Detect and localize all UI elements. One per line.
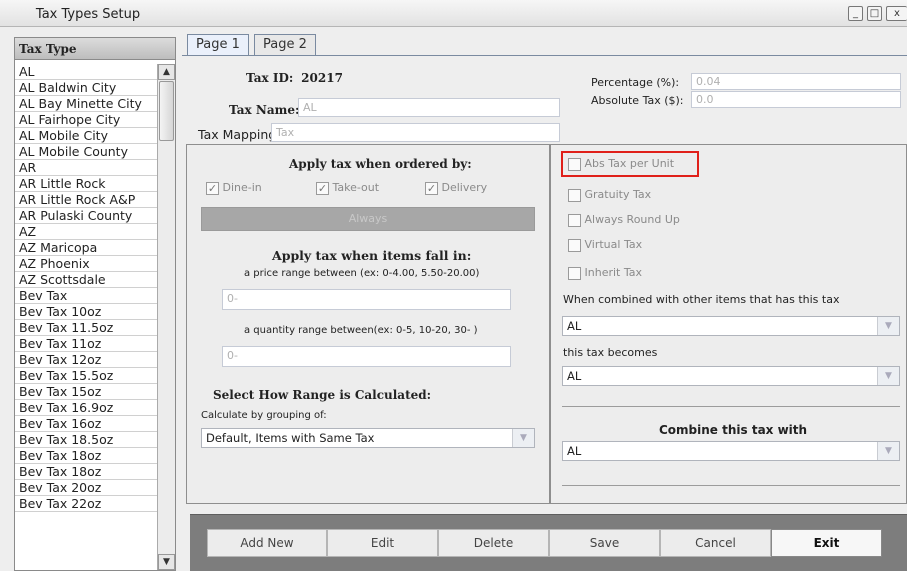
list-item[interactable]: Bev Tax 10oz bbox=[15, 304, 157, 320]
scroll-down-icon[interactable]: ▼ bbox=[158, 554, 175, 570]
window-title: Tax Types Setup bbox=[35, 7, 141, 22]
tax-mapping-field[interactable]: Tax bbox=[271, 123, 560, 142]
list-item[interactable]: AL Mobile City bbox=[15, 128, 157, 144]
take-out-checkbox[interactable]: ✓ Take-out bbox=[316, 181, 379, 195]
tax-id-row: Tax ID: 20217 bbox=[246, 71, 343, 85]
tax-name-label: Tax Name: bbox=[229, 103, 300, 117]
list-item[interactable]: AR Little Rock bbox=[15, 176, 157, 192]
delivery-checkbox[interactable]: ✓ Delivery bbox=[425, 181, 487, 195]
checkbox-icon bbox=[568, 213, 581, 227]
list-item[interactable]: Bev Tax 15.5oz bbox=[15, 368, 157, 384]
checkbox-icon bbox=[568, 188, 581, 202]
apply-ordered-title: Apply tax when ordered by: bbox=[289, 157, 472, 171]
tax-id-value: 20217 bbox=[301, 71, 343, 85]
list-item[interactable]: Bev Tax bbox=[15, 288, 157, 304]
price-range-field[interactable]: 0- bbox=[222, 289, 511, 310]
check-icon: ✓ bbox=[425, 181, 438, 195]
cancel-button[interactable]: Cancel bbox=[660, 529, 771, 557]
chevron-down-icon[interactable]: ▼ bbox=[877, 367, 899, 385]
always-button[interactable]: Always bbox=[201, 207, 535, 231]
list-item[interactable]: Bev Tax 18.5oz bbox=[15, 432, 157, 448]
gratuity-tax-checkbox[interactable]: Gratuity Tax bbox=[568, 188, 651, 202]
list-scrollbar[interactable]: ▲ ▼ bbox=[157, 64, 175, 570]
check-icon: ✓ bbox=[206, 181, 219, 195]
list-item[interactable]: AL Baldwin City bbox=[15, 80, 157, 96]
list-item[interactable]: AZ Scottsdale bbox=[15, 272, 157, 288]
list-item[interactable]: AL Mobile County bbox=[15, 144, 157, 160]
percentage-field[interactable]: 0.04 bbox=[691, 73, 901, 90]
add-new-button[interactable]: Add New bbox=[207, 529, 327, 557]
combined-dropdown[interactable]: AL ▼ bbox=[562, 316, 900, 336]
checkbox-icon bbox=[568, 157, 581, 171]
qty-range-field[interactable]: 0- bbox=[222, 346, 511, 367]
divider bbox=[562, 406, 900, 407]
combine-with-title: Combine this tax with bbox=[659, 423, 808, 437]
chevron-down-icon[interactable]: ▼ bbox=[512, 429, 534, 447]
list-item[interactable]: Bev Tax 16.9oz bbox=[15, 400, 157, 416]
calc-group-dropdown[interactable]: Default, Items with Same Tax ▼ bbox=[201, 428, 535, 448]
list-item[interactable]: Bev Tax 12oz bbox=[15, 352, 157, 368]
list-item[interactable]: AL Bay Minette City bbox=[15, 96, 157, 112]
virtual-tax-checkbox[interactable]: Virtual Tax bbox=[568, 238, 642, 252]
chevron-down-icon[interactable]: ▼ bbox=[877, 317, 899, 335]
close-icon[interactable]: x bbox=[886, 6, 907, 21]
check-icon: ✓ bbox=[316, 181, 329, 195]
list-header: Tax Type bbox=[15, 38, 175, 60]
exit-button[interactable]: Exit bbox=[771, 529, 882, 557]
apply-items-title: Apply tax when items fall in: bbox=[272, 248, 472, 263]
checkbox-icon bbox=[568, 266, 581, 280]
list-item[interactable]: AR Little Rock A&P bbox=[15, 192, 157, 208]
dine-in-checkbox[interactable]: ✓ Dine-in bbox=[206, 181, 262, 195]
always-round-up-checkbox[interactable]: Always Round Up bbox=[568, 213, 680, 227]
qty-range-label: a quantity range between(ex: 0-5, 10-20,… bbox=[244, 325, 478, 336]
tax-type-list-panel: Tax Type AL AL Baldwin City AL Bay Minette… bbox=[14, 37, 176, 571]
list-item[interactable]: AZ Phoenix bbox=[15, 256, 157, 272]
becomes-dropdown[interactable]: AL ▼ bbox=[562, 366, 900, 386]
percentage-label: Percentage (%): bbox=[591, 76, 680, 89]
save-button[interactable]: Save bbox=[549, 529, 660, 557]
combine-with-dropdown[interactable]: AL ▼ bbox=[562, 441, 900, 461]
delete-button[interactable]: Delete bbox=[438, 529, 549, 557]
list-item[interactable]: Bev Tax 18oz bbox=[15, 448, 157, 464]
list-item[interactable]: AZ Maricopa bbox=[15, 240, 157, 256]
tax-type-list[interactable]: AL AL Baldwin City AL Bay Minette City AL F… bbox=[15, 64, 157, 512]
tax-name-field[interactable]: AL bbox=[298, 98, 560, 117]
becomes-label: this tax becomes bbox=[563, 346, 658, 359]
list-item[interactable]: Bev Tax 11.5oz bbox=[15, 320, 157, 336]
tax-id-label: Tax ID: bbox=[246, 71, 294, 85]
abs-tax-per-unit-checkbox[interactable]: Abs Tax per Unit bbox=[568, 157, 674, 171]
minimize-icon[interactable]: _ bbox=[848, 6, 863, 21]
apply-tax-panel bbox=[186, 144, 550, 504]
select-range-title: Select How Range is Calculated: bbox=[213, 388, 432, 402]
scroll-up-icon[interactable]: ▲ bbox=[158, 64, 175, 80]
tab-page-2[interactable]: Page 2 bbox=[254, 34, 316, 56]
calc-group-label: Calculate by grouping of: bbox=[201, 410, 327, 421]
chevron-down-icon[interactable]: ▼ bbox=[877, 442, 899, 460]
divider bbox=[562, 485, 900, 486]
list-item[interactable]: Bev Tax 20oz bbox=[15, 480, 157, 496]
list-item[interactable]: AL bbox=[15, 64, 157, 80]
list-item[interactable]: AZ bbox=[15, 224, 157, 240]
list-item[interactable]: Bev Tax 16oz bbox=[15, 416, 157, 432]
list-item[interactable]: Bev Tax 22oz bbox=[15, 496, 157, 512]
price-range-label: a price range between (ex: 0-4.00, 5.50-… bbox=[244, 268, 480, 279]
absolute-tax-label: Absolute Tax ($): bbox=[591, 94, 684, 107]
combined-label: When combined with other items that has … bbox=[563, 293, 840, 306]
list-item[interactable]: AL Fairhope City bbox=[15, 112, 157, 128]
maximize-icon[interactable]: □ bbox=[867, 6, 882, 21]
list-item[interactable]: Bev Tax 11oz bbox=[15, 336, 157, 352]
edit-button[interactable]: Edit bbox=[327, 529, 438, 557]
list-item[interactable]: AR bbox=[15, 160, 157, 176]
scroll-thumb[interactable] bbox=[159, 81, 174, 141]
absolute-tax-field[interactable]: 0.0 bbox=[691, 91, 901, 108]
list-item[interactable]: Bev Tax 18oz bbox=[15, 464, 157, 480]
list-item[interactable]: AR Pulaski County bbox=[15, 208, 157, 224]
tab-divider bbox=[182, 55, 907, 56]
tab-page-1[interactable]: Page 1 bbox=[187, 34, 249, 56]
checkbox-icon bbox=[568, 238, 581, 252]
inherit-tax-checkbox[interactable]: Inherit Tax bbox=[568, 266, 642, 280]
list-item[interactable]: Bev Tax 15oz bbox=[15, 384, 157, 400]
